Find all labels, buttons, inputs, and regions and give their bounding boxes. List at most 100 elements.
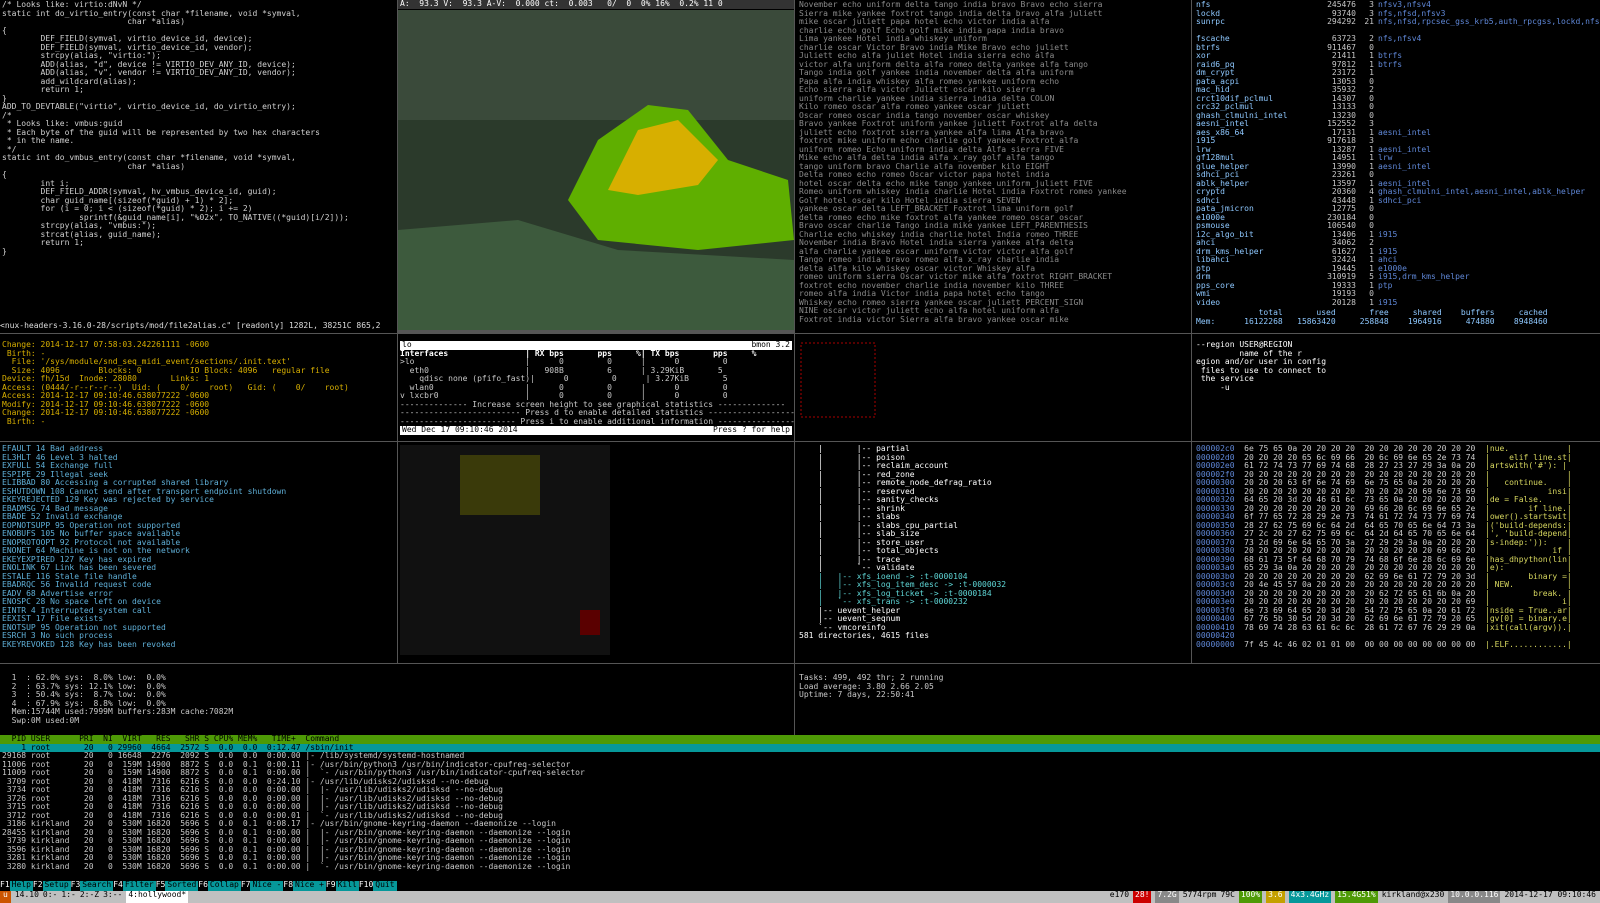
bmon-footer-help: Press ? for help: [712, 425, 790, 434]
hex-offset: 00000000: [1196, 639, 1245, 649]
hex-row: 00000000 7f 45 4c 46 02 01 01 00 00 00 0…: [1196, 639, 1598, 650]
hex-bytes: 78 69 74 28 63 61 6c 6c 28 61 72 67 76 2…: [1244, 622, 1485, 632]
lsmod-row: aes_x86_64 17131 1 aesni_intel: [1196, 127, 1598, 138]
module-used-by: aesni_intel: [1378, 127, 1431, 137]
lsmod-row: fscache 63723 2 nfs,nfsv4: [1196, 34, 1598, 44]
status-indicator: 3.6: [1266, 890, 1285, 903]
lsmod-row: dm_crypt 23172 1: [1196, 68, 1598, 78]
function-key-nice-[interactable]: Nice -: [250, 880, 284, 891]
module-used-by: [1374, 170, 1378, 179]
function-key-nice-[interactable]: Nice +: [293, 880, 326, 891]
code-lines: /* Looks like: virtio:dNvN */static int …: [2, 0, 395, 256]
function-key-number[interactable]: F8: [283, 880, 294, 891]
module-size: 294292: [1327, 17, 1356, 26]
window-list[interactable]: 0:- 1:- 2:-Z 3:--: [43, 890, 122, 903]
ascii-video-frame: [398, 10, 794, 333]
module-used-by: nfsv3,nfsv4: [1378, 0, 1431, 9]
lsmod-row: i2c_algo_bit 13406 1 i915: [1196, 230, 1598, 240]
htop-process-list[interactable]: PID USER PRI NI VIRT RES SHR S CPU% MEM%…: [0, 735, 1600, 881]
window-tab[interactable]: 0:-: [43, 890, 57, 903]
man-line: -u: [1196, 382, 1230, 392]
active-window-tab[interactable]: 4:hollywood*: [126, 890, 189, 903]
bmon-pane[interactable]: lo bmon 3.2 Interfaces | RX bps pps %| T…: [398, 340, 794, 441]
swap-meter: Swp:0M used:0M: [2, 715, 80, 725]
ascii-art-frame: [400, 445, 610, 655]
errno-line: EKEYREVOKED 128 Key has been revoked: [2, 639, 176, 649]
uptime: Uptime: 7 days, 22:50:41: [799, 690, 915, 699]
man-lines: --region USER@REGION name of the r egion …: [1196, 340, 1342, 392]
bmon-interfaces[interactable]: >lo | 0 0 | 0 0 eth0 | 908B 6 | 3.29KiB …: [400, 357, 792, 401]
module-used-by: [1374, 221, 1378, 230]
status-indicators: e170 28! 7.2G 5774rpm 79C 100% 3.6 4x3.4GHz 15.4…: [1109, 890, 1600, 903]
code-line: char *alias): [2, 161, 186, 171]
status-indicator: 7.2G: [1155, 890, 1179, 903]
lsmod-row: raid6_pq 97812 1 btrfs: [1196, 59, 1598, 70]
word-line: Foxtrot india victor Sierra alfa bravo y…: [799, 314, 1069, 324]
words-lines: November echo uniform delta tango india …: [799, 0, 1189, 324]
random-words-pane: November echo uniform delta tango india …: [797, 0, 1191, 333]
code-line: return 1;: [2, 238, 84, 247]
function-key-kill[interactable]: Kill: [335, 880, 359, 891]
stat-line: Change: 2014-12-17 09:10:46.638077222 -0…: [2, 408, 210, 417]
htop-summary: Tasks: 499, 492 thr; 2 running Load aver…: [797, 673, 1197, 713]
window-tab[interactable]: 1:-: [61, 890, 75, 903]
errno-lines: EFAULT 14 Bad address EL3HLT 46 Level 3 h…: [2, 444, 395, 649]
module-used-count: 21: [1364, 17, 1374, 26]
module-size: 20128: [1331, 297, 1356, 307]
module-name: libahci: [1196, 255, 1230, 264]
process-row[interactable]: 3280 kirkland 20 0 530M 16820 5696 S 0.0…: [2, 862, 1600, 872]
function-key-collap[interactable]: Collap: [207, 880, 241, 891]
hex-ascii: |xit(call(argv)).|: [1485, 622, 1572, 632]
hex-ascii: |.ELF............|: [1485, 639, 1572, 649]
module-name: btrfs: [1196, 42, 1221, 52]
window-tab[interactable]: 3:--: [103, 890, 122, 903]
stat-line: Birth: -: [2, 416, 46, 426]
stat-line: Change: 2014-12-17 07:58:03.242261111 -0…: [2, 340, 210, 349]
module-name: i915: [1196, 136, 1216, 145]
status-indicator: e170: [1109, 890, 1130, 899]
module-used-by: [1374, 68, 1378, 77]
window-tab[interactable]: 2:-Z: [80, 890, 99, 903]
lsmod-row: psmouse 106540 0: [1196, 221, 1598, 231]
hex-rows: 000002c0 6e 75 65 0a 20 20 20 20 20 20 2…: [1196, 444, 1598, 650]
status-indicator: 2014-12-17 09:10:46: [1504, 890, 1596, 899]
stat-lines: Change: 2014-12-17 07:58:03.242261111 -0…: [2, 340, 395, 426]
module-used-by: i915,drm_kms_helper: [1378, 272, 1470, 281]
ascii-art-pane: [398, 444, 794, 663]
mplayer-status: A: 93.3 V: 93.3 A-V: 0.000 ct: 0.003 0/ …: [398, 0, 794, 9]
module-used-by: btrfs: [1378, 51, 1403, 60]
vim-status-line: <nux-headers-3.16.0-28/scripts/mod/file2…: [0, 320, 381, 330]
lsmod-table: nfs 245476 3 nfsv3,nfsv4 lockd 93740 3 nfs,nfsd…: [1196, 0, 1600, 307]
module-used-by: [1374, 238, 1378, 247]
function-key-number[interactable]: F6: [198, 880, 208, 891]
module-used-by: [1374, 204, 1378, 213]
module-used-count: 1: [1369, 297, 1374, 307]
module-used-by: i915: [1378, 297, 1398, 307]
code-line: return 1;: [2, 85, 84, 94]
module-used-by: nfs,nfsd,rpcsec_gss_krb5,auth_rpcgss,loc…: [1378, 17, 1600, 26]
function-key-number[interactable]: F10: [358, 880, 374, 891]
status-indicator: 4x3.4GHz: [1288, 890, 1332, 903]
hex-row: 00000410 78 69 74 28 63 61 6c 6c 28 61 7…: [1196, 622, 1598, 633]
module-used-by: btrfs: [1378, 59, 1403, 69]
module-used-by: [1374, 289, 1378, 298]
lsmod-pane: nfs 245476 3 nfsv3,nfsv4 lockd 93740 3 nfs,nfsd…: [1194, 0, 1600, 333]
function-key-number[interactable]: F7: [240, 880, 251, 891]
htop-meters: 1 : 62.0% sys: 8.0% low: 0.0% 2 : 63.7% …: [0, 673, 794, 731]
function-key-number[interactable]: F9: [325, 880, 336, 891]
process-rows[interactable]: 29168 root 20 0 16648 2276 2092 S 0.0 0.…: [0, 751, 1600, 872]
status-indicator: kirkland@x230: [1381, 890, 1445, 899]
cpu-meters: 1 : 62.0% sys: 8.0% low: 0.0% 2 : 63.7% …: [2, 673, 792, 708]
function-key-quit[interactable]: Quit: [373, 880, 397, 891]
status-indicator: 10.0.0.116: [1448, 890, 1501, 903]
function-key-list[interactable]: F1 Help F2 Setup F3 Search F4 Filter F5 Sorted F6 C…: [0, 880, 397, 891]
module-used-by: lrw: [1378, 153, 1393, 162]
module-used-by: ahci: [1378, 255, 1398, 264]
bmon-footer-time: Wed Dec 17 09:10:46 2014: [402, 425, 518, 434]
status-indicator: 15.4G51%: [1335, 890, 1378, 903]
module-used-by: [1374, 102, 1378, 111]
mem-meter: Mem:15744M used:7999M buffers:283M cache…: [2, 707, 234, 716]
code-editor-pane[interactable]: /* Looks like: virtio:dNvN */static int …: [0, 0, 397, 333]
lsmod-row: drm 310919 5 i915,drm_kms_helper: [1196, 272, 1598, 282]
module-used-by: sdhci_pci: [1378, 195, 1422, 205]
